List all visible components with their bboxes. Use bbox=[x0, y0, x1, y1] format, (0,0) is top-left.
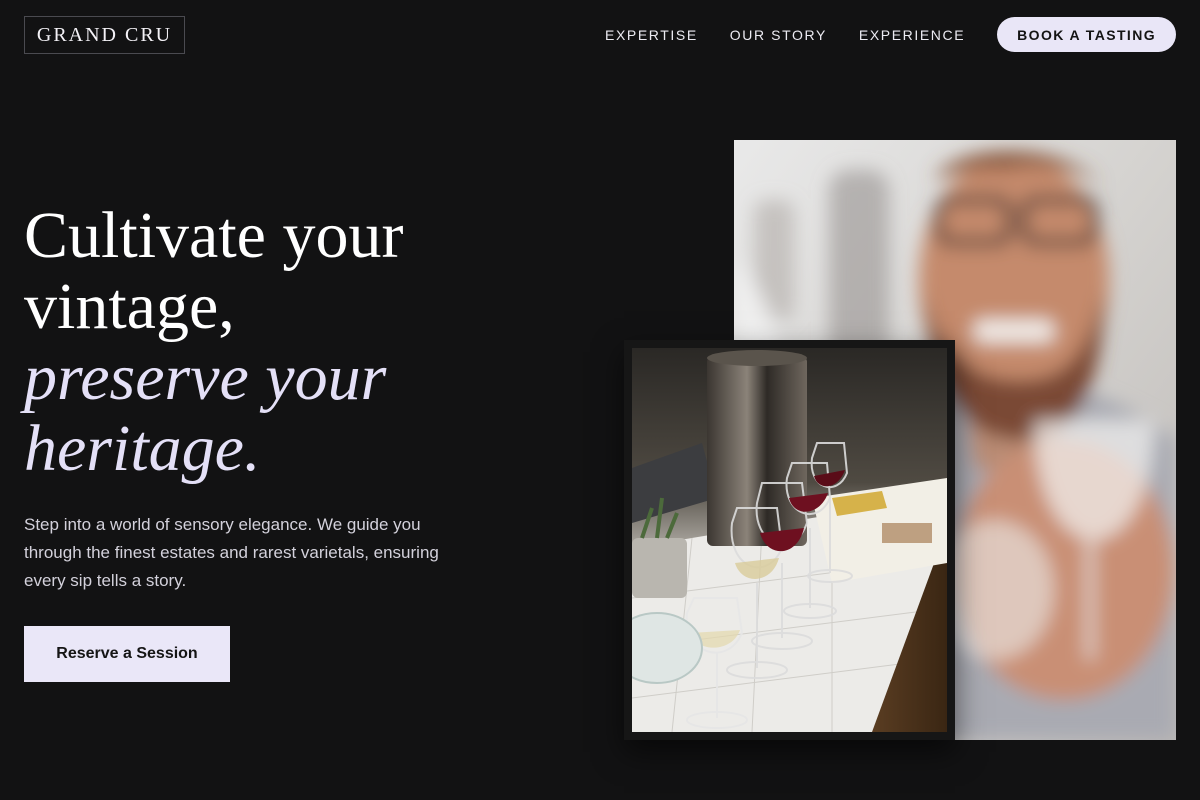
hero-title-accent-line: preserve your bbox=[24, 341, 387, 414]
nav-link-experience[interactable]: EXPERIENCE bbox=[859, 27, 965, 43]
hero-title: Cultivate your vintage, preserve your he… bbox=[24, 200, 403, 484]
nav-link-expertise[interactable]: EXPERTISE bbox=[605, 27, 698, 43]
wine-tasting-photo-frame bbox=[624, 340, 955, 740]
hero-description: Step into a world of sensory elegance. W… bbox=[24, 515, 439, 590]
hero-title-accent-line: heritage. bbox=[24, 412, 261, 485]
nav-link-our-story[interactable]: OUR STORY bbox=[730, 27, 827, 43]
brand-logo[interactable]: GRAND CRU bbox=[24, 16, 185, 54]
book-tasting-button[interactable]: BOOK A TASTING bbox=[997, 17, 1176, 52]
hero-title-line: vintage, bbox=[24, 270, 235, 343]
reserve-session-button[interactable]: Reserve a Session bbox=[24, 626, 230, 682]
wine-tasting-illustration bbox=[632, 348, 947, 732]
hero-title-line: Cultivate your bbox=[24, 199, 404, 272]
main-nav: EXPERTISE OUR STORY EXPERIENCE BOOK A TA… bbox=[605, 17, 1176, 52]
wine-tasting-photo bbox=[632, 348, 947, 732]
landing-page: GRAND CRU EXPERTISE OUR STORY EXPERIENCE… bbox=[0, 0, 1200, 800]
